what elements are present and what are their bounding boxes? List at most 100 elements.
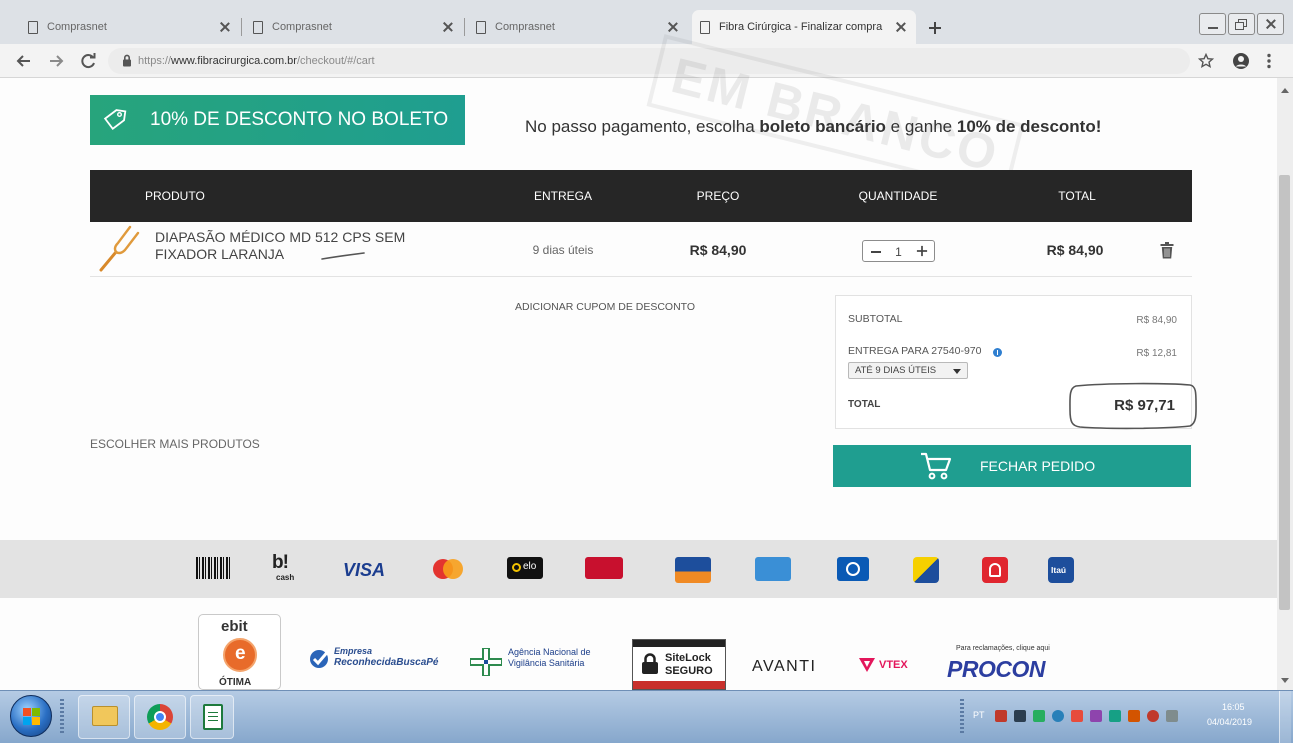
info-icon[interactable] (993, 348, 1002, 357)
new-tab-icon[interactable] (929, 22, 941, 34)
menu-icon[interactable] (1266, 53, 1272, 69)
elo-icon: elo (507, 557, 543, 579)
ebit-medal-icon: e (223, 638, 257, 672)
vtex-logo[interactable]: VTEX (858, 655, 920, 677)
avanti-logo[interactable]: AVANTI (752, 658, 816, 676)
tray-icon[interactable] (1033, 710, 1045, 722)
lock-icon[interactable] (122, 54, 132, 67)
chrome-button[interactable] (134, 695, 186, 739)
vtex-word: VTEX (879, 659, 908, 671)
close-window-button[interactable] (1257, 13, 1284, 35)
tab-strip: Comprasnet Comprasnet Comprasnet Fibra C… (0, 0, 1293, 44)
tray-icon[interactable] (1128, 710, 1140, 722)
ebit-rating: ÓTIMA (219, 677, 252, 688)
clock-date[interactable]: 04/04/2019 (1207, 717, 1252, 727)
page-icon (700, 20, 710, 34)
sitelock-seal[interactable]: SiteLock SEGURO (632, 639, 726, 690)
column-header-product: PRODUTO (145, 189, 205, 203)
taskbar-grip[interactable] (60, 699, 64, 733)
close-icon[interactable] (668, 22, 678, 32)
page-icon (28, 20, 38, 34)
bank-icon (913, 557, 939, 583)
start-button[interactable] (10, 695, 52, 737)
tab-separator (464, 18, 465, 36)
windows-explorer-button[interactable] (78, 695, 130, 739)
increase-quantity-icon[interactable] (916, 245, 928, 257)
tray-icon[interactable] (1014, 710, 1026, 722)
trash-icon[interactable] (1160, 242, 1174, 259)
star-icon[interactable] (1198, 53, 1214, 69)
santander-flame (989, 563, 1001, 577)
chrome-icon-center (154, 711, 166, 723)
language-indicator[interactable]: PT (973, 710, 985, 720)
anvisa-line2: Vigilância Sanitária (508, 658, 585, 668)
buscape-line1: Empresa (334, 646, 373, 656)
windows-logo-yellow (32, 717, 40, 725)
aura-icon (675, 557, 711, 583)
tab-comprasnet-1[interactable]: Comprasnet (20, 10, 240, 44)
url-host: www.fibracirurgica.com.br (171, 55, 297, 67)
elo-circle (512, 563, 521, 572)
restore-button[interactable] (1228, 13, 1255, 35)
subtotal-label: SUBTOTAL (848, 313, 903, 325)
diners-icon (837, 557, 869, 581)
procon-seal[interactable]: Para reclamações, clique aqui PROCON (945, 645, 1085, 690)
tab-comprasnet-2[interactable]: Comprasnet (245, 10, 463, 44)
promo-message-text: No passo pagamento, escolha (525, 117, 760, 136)
scroll-down-icon[interactable] (1281, 678, 1289, 683)
scrollbar-thumb[interactable] (1279, 175, 1290, 610)
ebit-seal[interactable]: ebit e ÓTIMA (198, 614, 281, 690)
anvisa-seal[interactable]: Agência Nacional de Vigilância Sanitária (470, 644, 610, 680)
tab-title: Comprasnet (47, 21, 107, 33)
chevron-down-icon (953, 369, 961, 374)
tray-icon[interactable] (1071, 710, 1083, 722)
tray-icon[interactable] (995, 710, 1007, 722)
windows-logo-green (32, 708, 40, 716)
url-text: https://www.fibracirurgica.com.br/checko… (138, 55, 375, 67)
shipping-option-select[interactable]: ATÉ 9 DIAS ÚTEIS (848, 362, 968, 379)
forward-arrow-icon[interactable] (48, 53, 65, 69)
clock-time[interactable]: 16:05 (1222, 702, 1245, 712)
tuning-fork-image[interactable] (97, 223, 141, 273)
show-desktop-button[interactable] (1279, 691, 1291, 743)
tray-icon[interactable] (1109, 710, 1121, 722)
product-name-link[interactable]: DIAPASÃO MÉDICO MD 512 CPS SEM FIXADOR L… (155, 229, 437, 263)
account-icon[interactable] (1232, 52, 1250, 70)
anvisa-cross-icon (470, 648, 502, 676)
windows-logo-red (23, 708, 31, 716)
column-header-delivery: ENTREGA (533, 189, 592, 203)
promo-message-highlight: 10% de desconto! (956, 117, 1102, 136)
windows-logo-blue (23, 717, 31, 725)
quantity-stepper[interactable]: 1 (862, 240, 935, 262)
tray-icon[interactable] (1052, 710, 1064, 722)
tab-title: Fibra Cirúrgica - Finalizar compra (719, 21, 883, 33)
tray-icon[interactable] (1147, 710, 1159, 722)
buscape-seal[interactable]: Empresa ReconhecidaBuscaPé (308, 645, 442, 675)
spreadsheet-button[interactable] (190, 695, 234, 739)
reload-icon[interactable] (80, 52, 97, 69)
ebit-logo: ebit (221, 618, 248, 635)
tray-icon[interactable] (1090, 710, 1102, 722)
close-icon (1266, 19, 1276, 29)
buscape-line2: ReconhecidaBuscaPé (334, 657, 439, 668)
payment-methods-strip: b! cash VISA elo Itaú (0, 540, 1277, 598)
more-products-link[interactable]: ESCOLHER MAIS PRODUTOS (90, 437, 260, 451)
total-label: TOTAL (848, 399, 881, 410)
cart-icon (921, 452, 952, 480)
url-path: /checkout/#/cart (296, 55, 375, 67)
close-icon[interactable] (443, 22, 453, 32)
tab-comprasnet-3[interactable]: Comprasnet (468, 10, 688, 44)
scroll-up-icon[interactable] (1281, 88, 1289, 93)
mastercard-icon (431, 557, 465, 581)
close-icon[interactable] (896, 22, 906, 32)
checkout-button[interactable]: FECHAR PEDIDO (833, 445, 1191, 487)
back-arrow-icon[interactable] (15, 53, 32, 69)
close-icon[interactable] (220, 22, 230, 32)
tray-icon[interactable] (1166, 710, 1178, 722)
address-bar[interactable]: https://www.fibracirurgica.com.br/checko… (108, 48, 1190, 74)
add-coupon-link[interactable]: ADICIONAR CUPOM DE DESCONTO (515, 301, 695, 313)
tab-fibra-cirurgica[interactable]: Fibra Cirúrgica - Finalizar compra (692, 10, 916, 44)
sitelock-top-bar (633, 640, 725, 647)
minimize-button[interactable] (1199, 13, 1226, 35)
diners-circle (846, 562, 860, 576)
